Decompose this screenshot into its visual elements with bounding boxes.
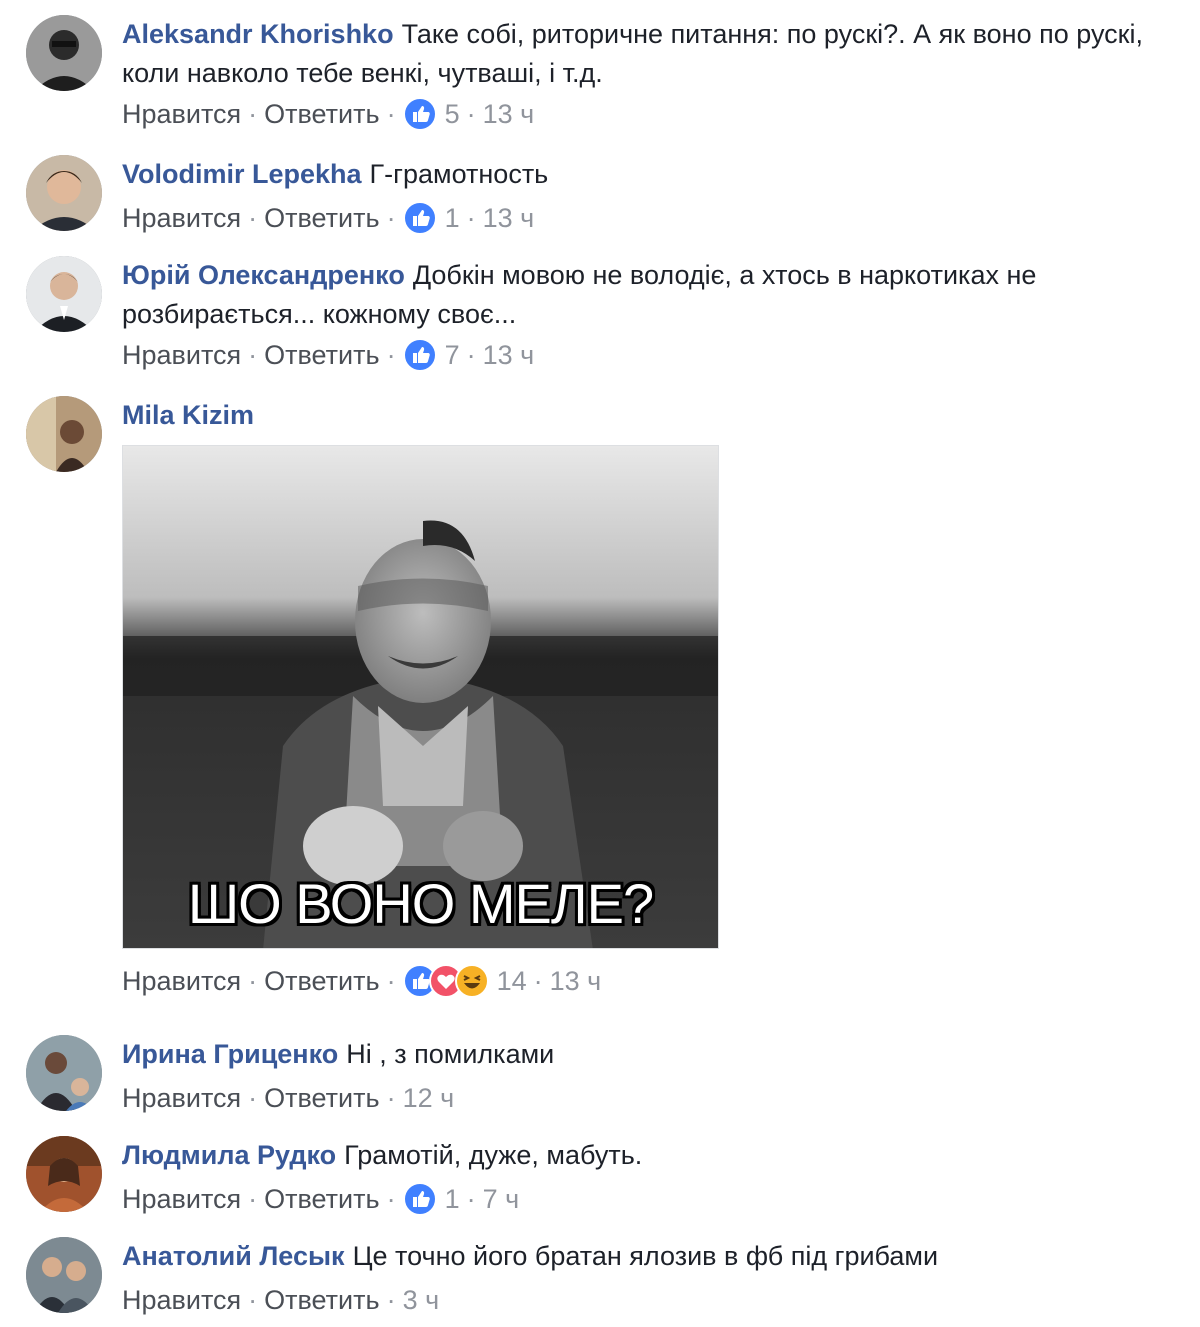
comment-time[interactable]: 13 ч <box>550 961 602 1001</box>
separator: · <box>386 340 396 370</box>
comment-author[interactable]: Анатолий Лесык <box>122 1241 345 1271</box>
like-reaction-icon <box>402 338 437 372</box>
comment-author[interactable]: Ирина Гриценко <box>122 1039 338 1069</box>
comment-author[interactable]: Людмила Рудко <box>122 1140 336 1170</box>
separator: · <box>248 1285 258 1315</box>
comment-text: Ні , з помилками <box>346 1039 555 1069</box>
like-reaction-icon <box>402 201 437 235</box>
separator: · <box>466 203 476 233</box>
comment-time[interactable]: 7 ч <box>483 1179 520 1219</box>
reactions-summary[interactable]: 14 <box>402 961 527 1001</box>
reactions-summary[interactable]: 1 <box>402 198 460 238</box>
avatar[interactable] <box>26 1035 102 1111</box>
separator: · <box>386 1184 396 1214</box>
comment-image[interactable]: ШО ВОНО МЕЛЕ? <box>122 445 719 949</box>
separator: · <box>386 966 396 996</box>
reactions-summary[interactable]: 7 <box>402 335 460 375</box>
haha-reaction-icon <box>454 964 489 998</box>
like-link[interactable]: Нравится <box>122 335 241 375</box>
separator: · <box>248 99 258 129</box>
comment-actions: Нравится · Ответить · 12 ч <box>122 1078 1186 1118</box>
comment-author[interactable]: Aleksandr Khorishko <box>122 19 394 49</box>
meme-caption: ШО ВОНО МЕЛЕ? <box>187 872 654 935</box>
reply-link[interactable]: Ответить <box>264 94 379 134</box>
reaction-count: 7 <box>444 340 460 370</box>
reactions-summary[interactable]: 5 <box>402 94 460 134</box>
avatar[interactable] <box>26 1237 102 1313</box>
comment-text-block: Mila Kizim <box>122 396 1186 435</box>
avatar[interactable] <box>26 1136 102 1212</box>
reply-link[interactable]: Ответить <box>264 1280 379 1320</box>
like-link[interactable]: Нравится <box>122 1078 241 1118</box>
like-link[interactable]: Нравится <box>122 94 241 134</box>
comment-actions: Нравится · Ответить · 7 · 13 ч <box>122 335 1186 375</box>
reaction-count: 14 <box>496 966 527 996</box>
comment-author[interactable]: Volodimir Lepekha <box>122 159 362 189</box>
comment-text: Г-грамотность <box>369 159 549 189</box>
comment-text-block: Ирина Гриценко Ні , з помилками <box>122 1035 1186 1074</box>
comment-text: Це точно його братан ялозив в фб під гри… <box>352 1241 939 1271</box>
like-reaction-icon <box>402 1182 437 1216</box>
separator: · <box>248 1184 258 1214</box>
avatar[interactable] <box>26 15 102 91</box>
comment-actions: Нравится · Ответить · 1 · 7 ч <box>122 1179 1186 1219</box>
separator: · <box>386 1083 396 1113</box>
separator: · <box>386 203 396 233</box>
comment-actions: Нравится · Ответить · 14 · 13 ч <box>122 961 1186 1001</box>
separator: · <box>248 340 258 370</box>
separator: · <box>533 966 543 996</box>
avatar[interactable] <box>26 396 102 472</box>
reactions-summary[interactable]: 1 <box>402 1179 460 1219</box>
comment-actions: Нравится · Ответить · 3 ч <box>122 1280 1186 1320</box>
reply-link[interactable]: Ответить <box>264 198 379 238</box>
reply-link[interactable]: Ответить <box>264 335 379 375</box>
reply-link[interactable]: Ответить <box>264 1078 379 1118</box>
separator: · <box>248 203 258 233</box>
avatar[interactable] <box>26 256 102 332</box>
comment-actions: Нравится · Ответить · 1 · 13 ч <box>122 198 1186 238</box>
comment-text-block: Людмила Рудко Грамотій, дуже, мабуть. <box>122 1136 1186 1175</box>
comment-time[interactable]: 12 ч <box>403 1078 455 1118</box>
avatar[interactable] <box>26 155 102 231</box>
like-link[interactable]: Нравится <box>122 961 241 1001</box>
comment-text-block: Юрій Олександренко Добкін мовою не володі… <box>122 256 1186 334</box>
comment-time[interactable]: 3 ч <box>403 1280 440 1320</box>
comment-actions: Нравится · Ответить · 5 · 13 ч <box>122 94 1186 134</box>
separator: · <box>466 1184 476 1214</box>
separator: · <box>386 99 396 129</box>
reply-link[interactable]: Ответить <box>264 1179 379 1219</box>
like-reaction-icon <box>402 97 437 131</box>
separator: · <box>248 1083 258 1113</box>
comment-text-block: Анатолий Лесык Це точно його братан ялози… <box>122 1237 1186 1276</box>
separator: · <box>248 966 258 996</box>
separator: · <box>386 1285 396 1315</box>
comment-text: Грамотій, дуже, мабуть. <box>344 1140 643 1170</box>
comment-time[interactable]: 13 ч <box>483 335 535 375</box>
like-link[interactable]: Нравится <box>122 1179 241 1219</box>
separator: · <box>466 99 476 129</box>
reaction-count: 5 <box>444 99 460 129</box>
comment-author[interactable]: Mila Kizim <box>122 400 254 430</box>
comment-time[interactable]: 13 ч <box>483 198 535 238</box>
like-link[interactable]: Нравится <box>122 198 241 238</box>
separator: · <box>466 340 476 370</box>
comment-author[interactable]: Юрій Олександренко <box>122 260 405 290</box>
reaction-count: 1 <box>444 1184 460 1214</box>
comment-time[interactable]: 13 ч <box>483 94 535 134</box>
comment-text-block: Aleksandr Khorishko Таке собі, риторичне … <box>122 15 1186 93</box>
comment-text-block: Volodimir Lepekha Г-грамотность <box>122 155 1186 194</box>
like-link[interactable]: Нравится <box>122 1280 241 1320</box>
reaction-count: 1 <box>444 203 460 233</box>
reply-link[interactable]: Ответить <box>264 961 379 1001</box>
